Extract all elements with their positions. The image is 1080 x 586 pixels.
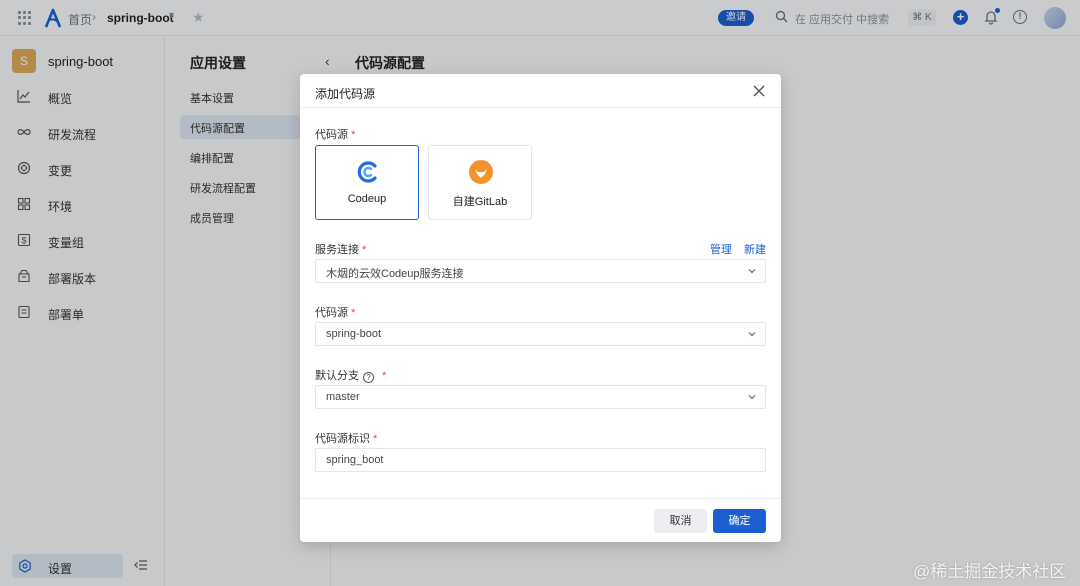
source-card-gitlab[interactable]: 自建GitLab xyxy=(428,145,532,220)
add-code-source-dialog: 添加代码源 代码源 * Codeup 自建GitLab 服务连接 * 管理 新建 木… xyxy=(300,74,781,542)
default-branch-select[interactable]: master xyxy=(315,385,766,409)
dialog-header: 添加代码源 xyxy=(300,74,781,108)
question-icon[interactable]: ? xyxy=(363,372,374,383)
source-card-codeup[interactable]: Codeup xyxy=(315,145,419,220)
cancel-button[interactable]: 取消 xyxy=(654,509,707,533)
input-value: spring_boot xyxy=(326,454,384,466)
confirm-button[interactable]: 确定 xyxy=(713,509,766,533)
close-icon[interactable] xyxy=(752,84,766,98)
source-id-label: 代码源标识 * xyxy=(315,433,378,445)
source-type-label: 代码源 * xyxy=(315,129,356,141)
source-id-input[interactable]: spring_boot xyxy=(315,448,766,472)
dialog-title: 添加代码源 xyxy=(315,87,376,101)
new-link[interactable]: 新建 xyxy=(744,241,766,257)
manage-link[interactable]: 管理 xyxy=(710,241,732,257)
service-connection-select[interactable]: 木烟的云效Codeup服务连接 xyxy=(315,259,766,283)
chevron-down-icon xyxy=(748,269,756,274)
gitlab-logo-icon xyxy=(469,160,493,184)
codeup-logo-icon xyxy=(357,161,377,183)
chevron-down-icon xyxy=(748,332,756,337)
source-card-name: Codeup xyxy=(347,193,387,205)
select-value: master xyxy=(326,391,360,403)
select-value: spring-boot xyxy=(326,328,382,340)
watermark: @稀土掘金技术社区 xyxy=(913,562,1067,581)
chevron-down-icon xyxy=(748,395,756,400)
service-connection-label: 服务连接 * xyxy=(315,244,367,256)
dialog-footer xyxy=(300,498,781,542)
select-value: 木烟的云效Codeup服务连接 xyxy=(326,268,464,280)
source-card-name: 自建GitLab xyxy=(452,196,508,208)
repository-select[interactable]: spring-boot xyxy=(315,322,766,346)
repository-label: 代码源 * xyxy=(315,307,356,319)
default-branch-label: 默认分支? * xyxy=(315,370,387,383)
